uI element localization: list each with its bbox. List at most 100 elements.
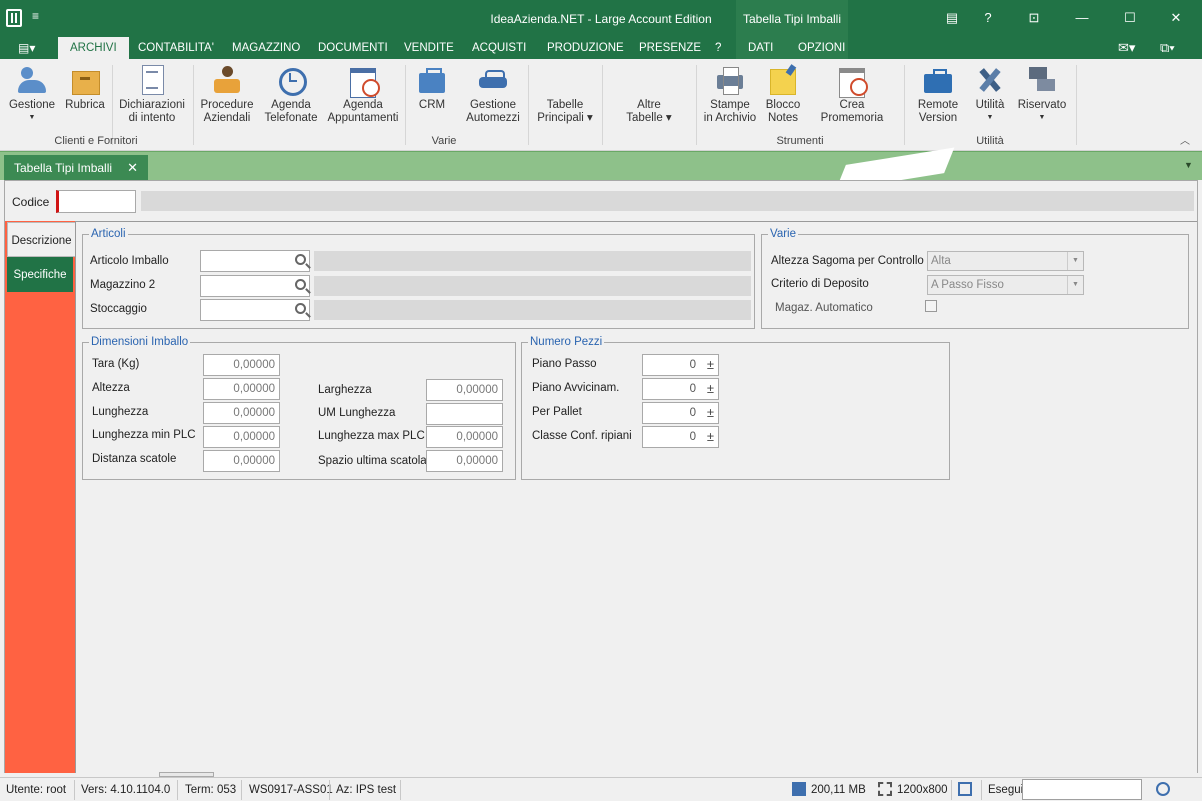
codice-input[interactable] — [56, 190, 136, 213]
altezza-sagoma-label: Altezza Sagoma per Controllo — [771, 255, 924, 267]
status-separator — [400, 780, 401, 800]
minimize-button[interactable]: — — [1072, 8, 1092, 28]
piano-passo-label: Piano Passo — [532, 358, 597, 370]
window-icon[interactable] — [958, 782, 972, 796]
mail-icon[interactable]: ✉▾ — [1118, 40, 1135, 56]
status-separator — [981, 780, 982, 800]
search-icon[interactable] — [295, 254, 306, 265]
um-lunghezza-input[interactable] — [426, 403, 503, 425]
agenda-appuntamenti-button[interactable]: Agenda Appuntamenti — [326, 61, 400, 125]
search-icon[interactable] — [295, 303, 306, 314]
tab-acquisti[interactable]: ACQUISTI — [472, 42, 526, 54]
tab-list-dropdown-icon[interactable]: ▼ — [1184, 160, 1193, 170]
tab-presenze[interactable]: PRESENZE — [639, 42, 701, 54]
crm-button[interactable]: CRM — [412, 61, 452, 112]
gestione-button[interactable]: Gestione ▼ — [6, 61, 58, 122]
restore-ribbon-icon[interactable]: ⊡ — [1024, 8, 1044, 28]
magazzino2-field[interactable] — [201, 276, 286, 296]
side-tab-specifiche[interactable]: Specifiche — [7, 257, 73, 292]
plus-minus-icon[interactable]: ± — [707, 357, 714, 372]
altezza-input[interactable] — [203, 378, 280, 400]
blocco-notes-button[interactable]: Blocco Notes — [762, 61, 804, 125]
clock-icon — [276, 65, 307, 96]
status-user: Utente: root — [6, 784, 67, 796]
piano-passo-stepper[interactable]: 0 ± — [642, 354, 719, 376]
dichiarazioni-button[interactable]: Dichiarazioni di intento — [118, 61, 186, 125]
stoccaggio-input[interactable] — [200, 299, 310, 321]
plus-minus-icon[interactable]: ± — [707, 429, 714, 444]
lunghezza-max-plc-input[interactable] — [426, 426, 503, 448]
stampe-archivio-button[interactable]: Stampe in Archivio — [702, 61, 758, 125]
tara-input[interactable] — [203, 354, 280, 376]
piano-avvicinam-stepper[interactable]: 0 ± — [642, 378, 719, 400]
lunghezza-input[interactable] — [203, 402, 280, 424]
search-icon[interactable] — [295, 279, 306, 290]
piano-avvicinam-value: 0 — [689, 383, 696, 395]
close-tab-icon[interactable]: ✕ — [127, 160, 138, 176]
larghezza-input[interactable] — [426, 379, 503, 401]
help-button[interactable]: ? — [978, 8, 998, 28]
maximize-button[interactable]: ☐ — [1120, 8, 1140, 28]
document-icon[interactable]: ▤ — [942, 8, 962, 28]
ribbon-separator — [602, 65, 603, 145]
tara-label: Tara (Kg) — [92, 358, 140, 370]
stoccaggio-description — [314, 300, 751, 320]
close-button[interactable]: ✕ — [1166, 8, 1186, 28]
document-icon — [137, 65, 167, 95]
esegui-input[interactable] — [1022, 779, 1142, 800]
altre-tabelle-button[interactable]: Altre Tabelle ▾ — [616, 99, 682, 125]
tab-magazzino[interactable]: MAGAZZINO — [232, 42, 300, 54]
group-label-clienti: Clienti e Fornitori — [54, 135, 138, 147]
collapse-ribbon-icon[interactable]: ︿ — [1180, 132, 1190, 147]
file-menu-icon[interactable]: ▤▾ — [18, 41, 35, 55]
per-pallet-label: Per Pallet — [532, 406, 582, 418]
status-separator — [329, 780, 330, 800]
tab-produzione[interactable]: PRODUZIONE — [547, 42, 624, 54]
spazio-ultima-scatola-input[interactable] — [426, 450, 503, 472]
layout-icon[interactable]: ⧉▾ — [1160, 40, 1175, 56]
chevron-down-icon[interactable]: ▼ — [1067, 276, 1083, 294]
crea-promemoria-button[interactable]: Crea Promemoria — [808, 61, 896, 125]
tab-dati[interactable]: DATI — [748, 42, 773, 54]
magaz-automatico-label: Magaz. Automatico — [775, 302, 873, 314]
title-bar: ≡ IdeaAzienda.NET - Large Account Editio… — [0, 0, 1202, 37]
altezza-sagoma-select[interactable]: Alta ▼ — [927, 251, 1084, 271]
articolo-imballo-input[interactable] — [200, 250, 310, 272]
tab-archivi[interactable]: ARCHIVI — [58, 37, 129, 59]
plus-minus-icon[interactable]: ± — [707, 381, 714, 396]
calendar-icon — [348, 65, 380, 98]
rubrica-button[interactable]: Rubrica — [62, 61, 108, 112]
procedure-button[interactable]: Procedure Aziendali — [198, 61, 256, 125]
tab-help[interactable]: ? — [715, 42, 721, 54]
agenda-telefonate-button[interactable]: Agenda Telefonate — [260, 61, 322, 125]
um-lunghezza-label: UM Lunghezza — [318, 407, 396, 419]
tab-documenti[interactable]: DOCUMENTI — [318, 42, 388, 54]
distanza-scatole-input[interactable] — [203, 450, 280, 472]
tab-contabilita[interactable]: CONTABILITA' — [138, 42, 214, 54]
altezza-label: Altezza — [92, 382, 130, 394]
stoccaggio-field[interactable] — [201, 300, 286, 320]
gestione-automezzi-button[interactable]: Gestione Automezzi — [462, 61, 524, 125]
classe-conf-ripiani-value: 0 — [689, 431, 696, 443]
lunghezza-min-plc-input[interactable] — [203, 426, 280, 448]
remote-version-button[interactable]: Remote Version — [910, 61, 966, 125]
plus-minus-icon[interactable]: ± — [707, 405, 714, 420]
per-pallet-stepper[interactable]: 0 ± — [642, 402, 719, 424]
ribbon-separator — [528, 65, 529, 145]
remote-icon — [923, 65, 953, 95]
tab-tabella-tipi-imballi[interactable]: Tabella Tipi Imballi ✕ — [4, 155, 148, 181]
utilita-button[interactable]: Utilità ▼ — [970, 61, 1010, 122]
magazzino2-input[interactable] — [200, 275, 310, 297]
chevron-down-icon[interactable]: ▼ — [1067, 252, 1083, 270]
classe-conf-ripiani-stepper[interactable]: 0 ± — [642, 426, 719, 448]
tabelle-principali-button[interactable]: Tabelle Principali ▾ — [532, 99, 598, 125]
tab-opzioni[interactable]: OPZIONI — [798, 42, 845, 54]
magaz-automatico-checkbox[interactable] — [925, 300, 937, 312]
side-tab-descrizione[interactable]: Descrizione — [7, 222, 75, 257]
articoli-legend: Articoli — [91, 228, 126, 240]
tab-vendite[interactable]: VENDITE — [404, 42, 454, 54]
riservato-button[interactable]: Riservato ▼ — [1014, 61, 1070, 122]
criterio-deposito-select[interactable]: A Passo Fisso ▼ — [927, 275, 1084, 295]
articolo-imballo-field[interactable] — [201, 251, 286, 271]
clock-icon[interactable] — [1156, 782, 1170, 796]
